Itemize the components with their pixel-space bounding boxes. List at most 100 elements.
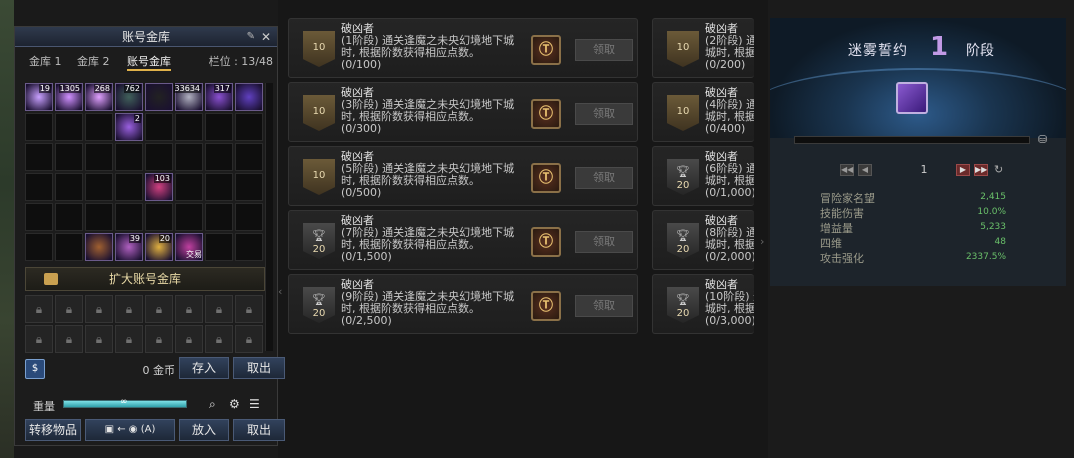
claim-button[interactable]: 领取	[575, 231, 633, 253]
account-vault-window: 账号金库 ✎ ✕ 金库 1 金库 2 账号金库 栏位 : 13/48 19 130…	[14, 26, 285, 446]
last-page-button[interactable]: ▶▶	[974, 164, 988, 176]
vault-item[interactable]: 1305	[55, 83, 83, 111]
take-out-button[interactable]: 取出	[233, 419, 285, 441]
empty-slot[interactable]	[55, 173, 83, 201]
achievement-progress: (0/1,500)	[341, 250, 392, 263]
empty-slot[interactable]	[175, 113, 203, 141]
put-in-button[interactable]: 放入	[179, 419, 229, 441]
empty-slot[interactable]	[85, 203, 113, 231]
achievement-text: 破凶者 (3阶段) 通关逢魔之未央幻境地下城时, 根据阶数获得相应点数。 (0/30…	[341, 87, 521, 135]
empty-slot[interactable]	[235, 113, 263, 141]
vault-item[interactable]: 268	[85, 83, 113, 111]
first-page-button[interactable]: ◀◀	[840, 164, 854, 176]
slot-count: 栏位 : 13/48	[208, 55, 273, 68]
auto-store-button[interactable]: ▣ ← ◉ (A)	[85, 419, 175, 441]
achievement-card: 10 破凶者 (2阶段) 通城时, 根据 (0/200)	[652, 18, 754, 78]
vault-item[interactable]: 39	[115, 233, 143, 261]
empty-slot[interactable]	[145, 113, 173, 141]
achievement-progress: (0/100)	[341, 58, 382, 71]
stat-row: 冒险家名望 2,415	[820, 190, 1006, 205]
vault-title-bar[interactable]: 账号金库 ✎ ✕	[15, 27, 277, 47]
empty-slot[interactable]	[175, 143, 203, 171]
lock-icon: 🔒︎	[145, 325, 173, 353]
empty-slot[interactable]	[55, 143, 83, 171]
weight-row: 重量 ∞ ⌕ ⚙ ☰	[25, 395, 275, 415]
claim-button[interactable]: 领取	[575, 167, 633, 189]
pin-icon[interactable]: ✎	[247, 27, 255, 47]
gem-icon[interactable]	[896, 82, 928, 114]
empty-slot[interactable]	[25, 233, 53, 261]
claim-button[interactable]: 领取	[575, 103, 633, 125]
expand-vault-button[interactable]: 扩大账号金库	[25, 267, 265, 291]
tab-account-vault[interactable]: 账号金库	[127, 53, 171, 71]
claim-button[interactable]: 领取	[575, 39, 633, 61]
tab-vault-2[interactable]: 金库 2	[77, 53, 110, 69]
next-page-button[interactable]: ▶	[956, 164, 970, 176]
trophy-icon: 🏆︎	[676, 165, 690, 178]
stat-row: 四维 48	[820, 235, 1006, 250]
empty-slot[interactable]	[115, 143, 143, 171]
dungeon-badge-icon: Ⓣ	[531, 99, 561, 129]
empty-slot[interactable]	[235, 203, 263, 231]
achievement-desc: (3阶段) 通关逢魔之未央幻境地下城时, 根据阶数获得相应点数。	[341, 98, 515, 123]
claim-button[interactable]: 领取	[575, 295, 633, 317]
empty-slot[interactable]	[85, 173, 113, 201]
empty-slot[interactable]	[145, 143, 173, 171]
list-icon[interactable]: ☰	[249, 397, 260, 411]
close-icon[interactable]: ✕	[261, 27, 271, 47]
vault-item[interactable]: 20	[145, 233, 173, 261]
empty-slot[interactable]	[235, 143, 263, 171]
empty-slot[interactable]	[25, 203, 53, 231]
empty-slot[interactable]	[25, 143, 53, 171]
vault-item[interactable]: 19	[25, 83, 53, 111]
wallet-icon[interactable]: $	[25, 359, 45, 379]
empty-slot[interactable]	[25, 113, 53, 141]
empty-slot[interactable]	[85, 113, 113, 141]
search-icon[interactable]: ⌕	[209, 397, 216, 412]
gear-icon[interactable]: ⚙	[229, 397, 240, 411]
empty-slot[interactable]	[115, 173, 143, 201]
empty-slot[interactable]	[115, 203, 143, 231]
vault-item[interactable]: 103	[145, 173, 173, 201]
empty-slot[interactable]	[235, 233, 263, 261]
empty-slot[interactable]	[175, 203, 203, 231]
empty-slot[interactable]	[55, 113, 83, 141]
vault-item[interactable]: 762	[115, 83, 143, 111]
left-collapse-arrow[interactable]: ‹	[278, 285, 290, 315]
empty-slot[interactable]	[205, 113, 233, 141]
transfer-items-button[interactable]: 转移物品	[25, 419, 81, 441]
empty-slot[interactable]	[145, 203, 173, 231]
lock-icon: 🔒︎	[25, 295, 53, 323]
vault-item[interactable]: 交易	[175, 233, 203, 261]
vault-item[interactable]	[145, 83, 173, 111]
achievement-shield-icon: 10	[667, 95, 699, 131]
vault-item[interactable]	[235, 83, 263, 111]
prev-page-button[interactable]: ◀	[858, 164, 872, 176]
achievement-card: 10 破凶者 (4阶段) 通城时, 根据 (0/400)	[652, 82, 754, 142]
vault-item[interactable]: 33634	[173, 83, 203, 111]
empty-slot[interactable]	[55, 233, 83, 261]
vault-item[interactable]	[85, 233, 113, 261]
empty-slot[interactable]	[55, 203, 83, 231]
stat-value: 10.0%	[977, 207, 1006, 217]
reward-chest-icon[interactable]: ⛁	[1038, 133, 1047, 146]
empty-slot[interactable]	[205, 233, 233, 261]
empty-slot[interactable]	[85, 143, 113, 171]
deposit-button[interactable]: 存入	[179, 357, 229, 379]
vault-item[interactable]: 2	[115, 113, 143, 141]
lock-icon: 🔒︎	[175, 295, 203, 323]
achievement-shield-icon: 10	[303, 159, 335, 195]
withdraw-button[interactable]: 取出	[233, 357, 285, 379]
achievement-progress: (0/2,500)	[341, 314, 392, 327]
empty-slot[interactable]	[205, 173, 233, 201]
empty-slot[interactable]	[25, 173, 53, 201]
empty-slot[interactable]	[205, 143, 233, 171]
empty-slot[interactable]	[235, 173, 263, 201]
refresh-icon[interactable]: ↻	[994, 163, 1003, 176]
stat-key: 增益量	[820, 222, 853, 235]
tab-vault-1[interactable]: 金库 1	[29, 53, 62, 69]
empty-slot[interactable]	[175, 173, 203, 201]
item-count: 19	[38, 84, 51, 93]
vault-item[interactable]: 317	[205, 83, 233, 111]
empty-slot[interactable]	[205, 203, 233, 231]
